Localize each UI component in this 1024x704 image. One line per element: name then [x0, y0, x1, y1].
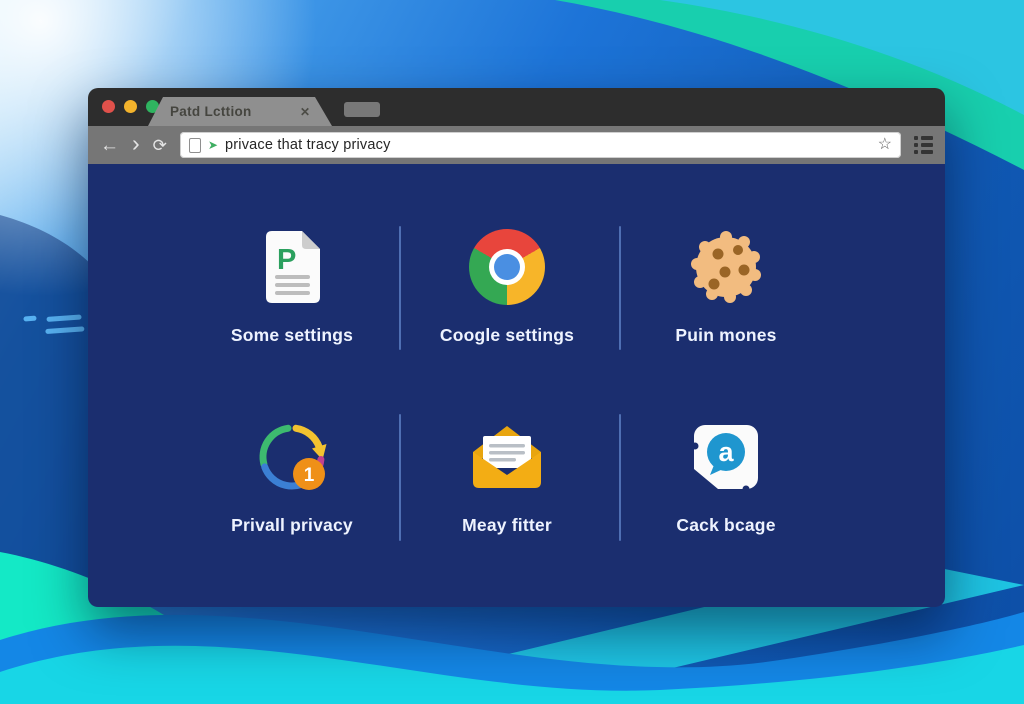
document-letter: P	[277, 244, 296, 276]
document-p-icon: P	[260, 227, 324, 307]
envelope-icon	[465, 422, 549, 492]
shortcut-label: Meay fitter	[401, 515, 613, 536]
chrome-icon	[469, 229, 545, 305]
reload-icon[interactable]: ⟳	[153, 137, 167, 154]
shortcut-label: Coogle settings	[401, 325, 613, 346]
shortcut-coogle-settings[interactable]: Coogle settings	[401, 222, 613, 346]
title-bar: Patd Lcttion ✕	[88, 88, 945, 126]
desktop: { "colors": { "page_background": "#1b2e6…	[0, 0, 1024, 704]
cookie-icon	[688, 229, 764, 305]
shortcut-label: Privall privacy	[186, 515, 398, 536]
forward-icon[interactable]: ›	[132, 132, 140, 155]
page-content: P Some settings Coogle settings	[88, 164, 945, 607]
tab-title: Patd Lcttion	[170, 104, 300, 119]
shortcut-puin-mones[interactable]: Puin mones	[620, 222, 832, 346]
shortcut-meay-fitter[interactable]: Meay fitter	[401, 412, 613, 536]
browser-tab[interactable]: Patd Lcttion ✕	[148, 97, 332, 126]
shortcut-cack-bcage[interactable]: a Cack bcage	[620, 412, 832, 536]
shortcut-label: Cack bcage	[620, 515, 832, 536]
new-tab-stub[interactable]	[344, 102, 380, 117]
browser-toolbar: ← › ⟳ ➤ privace that tracy privacy ☆	[88, 126, 945, 164]
shortcut-label: Puin mones	[620, 325, 832, 346]
badge-count: 1	[304, 465, 315, 486]
address-bar[interactable]: ➤ privace that tracy privacy ☆	[180, 132, 901, 158]
chat-bubble-icon: a	[692, 423, 760, 491]
tab-close-icon[interactable]: ✕	[300, 105, 310, 119]
sync-arrows-icon: 1	[250, 415, 334, 499]
shortcut-label: Some settings	[186, 325, 398, 346]
minimize-window-button[interactable]	[124, 100, 137, 113]
url-text[interactable]: privace that tracy privacy	[225, 137, 391, 153]
window-controls	[102, 100, 159, 113]
shortcut-privall-privacy[interactable]: 1 Privall privacy	[186, 412, 398, 536]
menu-list-icon[interactable]	[914, 136, 933, 154]
bookmark-star-icon[interactable]: ☆	[878, 137, 892, 153]
shortcut-some-settings[interactable]: P Some settings	[186, 222, 398, 346]
bubble-letter: a	[718, 437, 734, 467]
chrome-core	[494, 254, 520, 280]
back-icon[interactable]: ←	[100, 136, 119, 155]
browser-window: Patd Lcttion ✕ ← › ⟳ ➤ privace that trac…	[88, 88, 945, 607]
secure-arrow-icon: ➤	[208, 139, 218, 151]
page-icon	[189, 138, 201, 153]
close-window-button[interactable]	[102, 100, 115, 113]
